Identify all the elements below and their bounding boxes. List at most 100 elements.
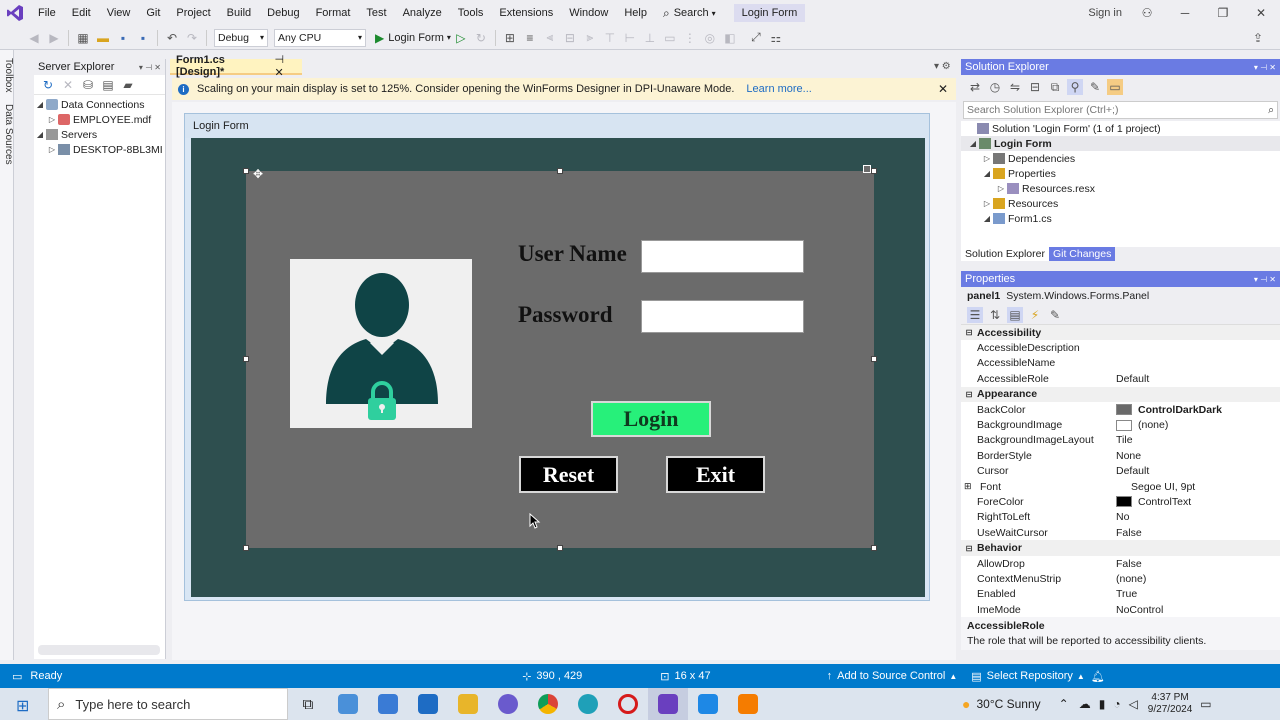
property-value[interactable]: False	[1116, 527, 1280, 539]
menu-help[interactable]: Help	[616, 0, 655, 26]
menu-build[interactable]: Build	[219, 0, 259, 26]
tree-item-form1[interactable]: ◢ Form1.cs	[961, 211, 1280, 226]
alphabetical-icon[interactable]: ⇅	[987, 307, 1003, 323]
align-top-icon[interactable]: ⊤	[602, 30, 618, 46]
expand-icon[interactable]: ▷	[981, 154, 993, 163]
filter-icon[interactable]: ⚲	[1067, 79, 1083, 95]
tree-item-desktop[interactable]: ▷ DESKTOP-8BL3MI	[34, 142, 165, 157]
align-right-icon[interactable]: ⫸	[582, 30, 598, 46]
property-row[interactable]: AccessibleDescription	[961, 340, 1280, 355]
property-value[interactable]: (none)	[1116, 419, 1280, 431]
taskbar-search-input[interactable]: ⌕ Type here to search	[48, 688, 288, 720]
tree-item-resources[interactable]: ▷ Resources	[961, 196, 1280, 211]
menu-debug[interactable]: Debug	[259, 0, 307, 26]
collapse-icon[interactable]: ⊟	[963, 390, 975, 399]
align-center-icon[interactable]: ⊟	[562, 30, 578, 46]
stop-icon[interactable]: ✕	[60, 77, 76, 93]
property-pages-icon[interactable]: ✎	[1047, 307, 1063, 323]
form-title-bar[interactable]: Login Form	[185, 114, 929, 138]
collapse-icon[interactable]: ⊟	[963, 544, 975, 553]
align-icon[interactable]: ≡	[522, 30, 538, 46]
notes-app-icon[interactable]	[328, 688, 368, 720]
file-explorer-icon[interactable]	[448, 688, 488, 720]
pane-options-icon[interactable]: ▾ ⊣ ✕	[1254, 275, 1276, 284]
property-value[interactable]: (none)	[1116, 573, 1280, 585]
form-client-area[interactable]: ✥ User Name Password Login Reset Exit	[191, 138, 925, 597]
battery-icon[interactable]: ▮	[1099, 697, 1106, 711]
collapse-icon[interactable]: ⊟	[963, 328, 975, 337]
property-value[interactable]: Segoe UI, 9pt	[1131, 481, 1280, 493]
hot-reload-icon[interactable]: ↻	[473, 30, 489, 46]
smart-tag-icon[interactable]	[863, 165, 871, 173]
mail-app-icon[interactable]	[408, 688, 448, 720]
learn-more-link[interactable]: Learn more...	[746, 83, 811, 95]
align-left-icon[interactable]: ⫷	[542, 30, 558, 46]
property-row[interactable]: BackgroundImage (none)	[961, 417, 1280, 432]
wifi-icon[interactable]: ◔	[1113, 697, 1120, 711]
menu-project[interactable]: Project	[168, 0, 218, 26]
close-infobar-icon[interactable]: ✕	[938, 82, 948, 96]
minimize-icon[interactable]: ─	[1166, 6, 1204, 20]
property-value[interactable]: NoControl	[1116, 604, 1280, 616]
property-row[interactable]: BackColor ControlDarkDark	[961, 402, 1280, 417]
store-app-icon[interactable]	[368, 688, 408, 720]
property-value[interactable]: None	[1116, 450, 1280, 462]
show-all-files-icon[interactable]: ⧉	[1047, 79, 1063, 95]
pane-options-icon[interactable]: ▾ ⊣ ✕	[1254, 63, 1276, 72]
start-debug-button[interactable]: ▶ Login Form ▾	[375, 31, 451, 45]
tree-item-solution[interactable]: Solution 'Login Form' (1 of 1 project)	[961, 121, 1280, 136]
edge-icon[interactable]	[568, 688, 608, 720]
property-row[interactable]: UseWaitCursor False	[961, 525, 1280, 540]
switch-views-icon[interactable]: ⇄	[967, 79, 983, 95]
expand-icon[interactable]: ⊞	[964, 481, 976, 492]
reset-button[interactable]: Reset	[519, 456, 618, 493]
user-avatar-picture[interactable]	[290, 259, 472, 428]
volume-icon[interactable]: ◁	[1129, 697, 1138, 711]
property-row[interactable]: AccessibleName	[961, 356, 1280, 371]
property-row[interactable]: ImeMode NoControl	[961, 602, 1280, 617]
expand-icon[interactable]: ▷	[46, 115, 58, 124]
resize-handle[interactable]	[243, 545, 249, 551]
tree-item-data-connections[interactable]: ◢ Data Connections	[34, 97, 165, 112]
redo-icon[interactable]: ↷	[184, 30, 200, 46]
azure-icon[interactable]: ▰	[120, 77, 136, 93]
share-icon[interactable]: ⇪	[1250, 30, 1266, 46]
toolbox-tab[interactable]: Toolbox	[0, 58, 14, 92]
resize-handle[interactable]	[243, 356, 249, 362]
save-all-icon[interactable]: ▪	[135, 30, 151, 46]
collapse-icon[interactable]: ◢	[34, 130, 46, 139]
property-value[interactable]: No	[1116, 511, 1280, 523]
property-row[interactable]: AccessibleRole Default	[961, 371, 1280, 386]
menu-test[interactable]: Test	[358, 0, 394, 26]
property-row[interactable]: ForeColor ControlText	[961, 494, 1280, 509]
doc-options-icon[interactable]: ▾ ⚙	[934, 61, 951, 72]
xampp-icon[interactable]	[728, 688, 768, 720]
expand-icon[interactable]: ▷	[995, 184, 1007, 193]
undo-icon[interactable]: ↶	[164, 30, 180, 46]
connect-server-icon[interactable]: ▤	[100, 77, 116, 93]
property-value[interactable]: Tile	[1116, 434, 1280, 446]
property-value[interactable]: Default	[1116, 465, 1280, 477]
move-glyph-icon[interactable]: ✥	[253, 167, 263, 181]
center-icon[interactable]: ◎	[702, 30, 718, 46]
cloud-icon[interactable]: ☁	[1079, 697, 1091, 711]
property-value[interactable]: False	[1116, 558, 1280, 570]
connect-database-icon[interactable]: ⛁	[80, 77, 96, 93]
open-folder-icon[interactable]: ▬	[95, 30, 111, 46]
horizontal-scrollbar[interactable]	[38, 645, 160, 655]
login-form-window[interactable]: Login Form ✥ User Name Password Login Re…	[184, 113, 930, 601]
menu-analyze[interactable]: Analyze	[395, 0, 450, 26]
configuration-dropdown[interactable]: Debug ▾	[214, 28, 268, 47]
login-button[interactable]: Login	[591, 401, 711, 437]
properties-view-icon[interactable]: ▤	[1007, 306, 1023, 323]
property-row[interactable]: RightToLeft No	[961, 510, 1280, 525]
resize-handle[interactable]	[871, 356, 877, 362]
collapse-icon[interactable]: ◢	[981, 169, 993, 178]
account-icon[interactable]: ⚇	[1128, 6, 1166, 20]
resize-handle[interactable]	[243, 168, 249, 174]
select-repository[interactable]: Select Repository	[987, 670, 1073, 682]
tree-item-resources-resx[interactable]: ▷ Resources.resx	[961, 181, 1280, 196]
refresh-icon[interactable]: ↻	[40, 77, 56, 93]
tree-item-project[interactable]: ◢ Login Form	[961, 136, 1280, 151]
menu-edit[interactable]: Edit	[64, 0, 99, 26]
